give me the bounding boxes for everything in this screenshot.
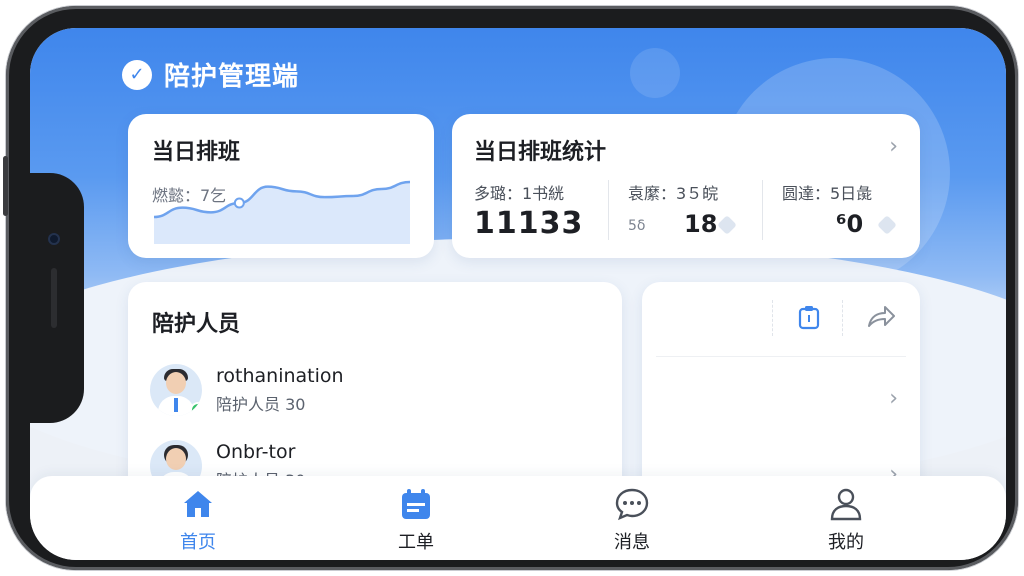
chevron-right-icon[interactable]: › [889,134,898,159]
tab-label: 消息 [614,532,650,553]
clipboard-icon[interactable] [796,304,822,330]
volume-button [3,156,8,216]
phone-notch [30,173,84,423]
share-icon[interactable] [866,304,896,330]
tab-label: 首页 [180,532,216,553]
divider [762,180,763,240]
bottom-tab-bar: 首页 工单 消息 我的 [30,476,1006,560]
divider [842,300,844,336]
phone-frame: ✓ 陪护管理端 当日排班 燃懿：7乞 当日排班统计 › 多璐：1书絖 11133… [3,6,1018,570]
stat-label-2: 袁縻：3５皖 [628,184,719,203]
stat-label-3: 圆達：5日彘 [782,184,873,203]
staff-list-item[interactable]: rothanination 陪护人员 30 [150,364,344,416]
schedule-card[interactable]: 当日排班 燃懿：7乞 [128,114,434,258]
stat-label-1: 多璐：1书絖 [474,184,565,203]
user-icon [828,486,864,522]
chevron-right-icon[interactable]: › [889,386,898,411]
tab-label: 我的 [828,532,864,553]
online-status-icon [190,402,202,416]
stat-value-2: 18 [684,210,718,238]
camera-icon [48,233,60,245]
tab-label: 工单 [398,532,434,553]
staff-name: rothanination [216,365,344,387]
tab-profile[interactable]: 我的 [786,486,906,554]
divider [608,180,609,240]
divider [656,356,906,357]
speaker-grille [51,268,57,328]
app-screen: ✓ 陪护管理端 当日排班 燃懿：7乞 当日排班统计 › 多璐：1书絖 11133… [30,28,1006,560]
schedule-card-title: 当日排班 [152,140,241,165]
calendar-icon [398,486,434,522]
stat-prefix-2: 5ẟ [628,218,646,234]
avatar [150,364,202,416]
stat-value-1: 11133 [474,206,584,241]
app-title: 陪护管理端 [164,62,300,92]
chat-icon [614,486,650,522]
staff-name: Onbr-tor [216,441,296,463]
home-icon [180,486,216,522]
diamond-icon [877,215,897,235]
tab-messages[interactable]: 消息 [572,486,692,554]
chart-point [233,197,245,209]
check-icon: ✓ [122,59,152,90]
staff-role: 陪护人员 30 [216,395,306,414]
stats-card[interactable]: 当日排班统计 › 多璐：1书絖 11133 袁縻：3５皖 5ẟ 18 圆達：5日… [452,114,920,258]
decorative-circle-small [630,48,680,98]
diamond-icon [717,215,737,235]
tab-home[interactable]: 首页 [138,486,258,554]
stats-card-title: 当日排班统计 [474,140,607,165]
app-header: ✓ 陪护管理端 [122,56,299,93]
staff-card-title: 陪护人员 [152,312,241,337]
divider [772,300,774,336]
tab-orders[interactable]: 工单 [356,486,476,554]
stat-value-3: ⁶0 [836,210,864,238]
schedule-trend-chart [153,180,411,244]
